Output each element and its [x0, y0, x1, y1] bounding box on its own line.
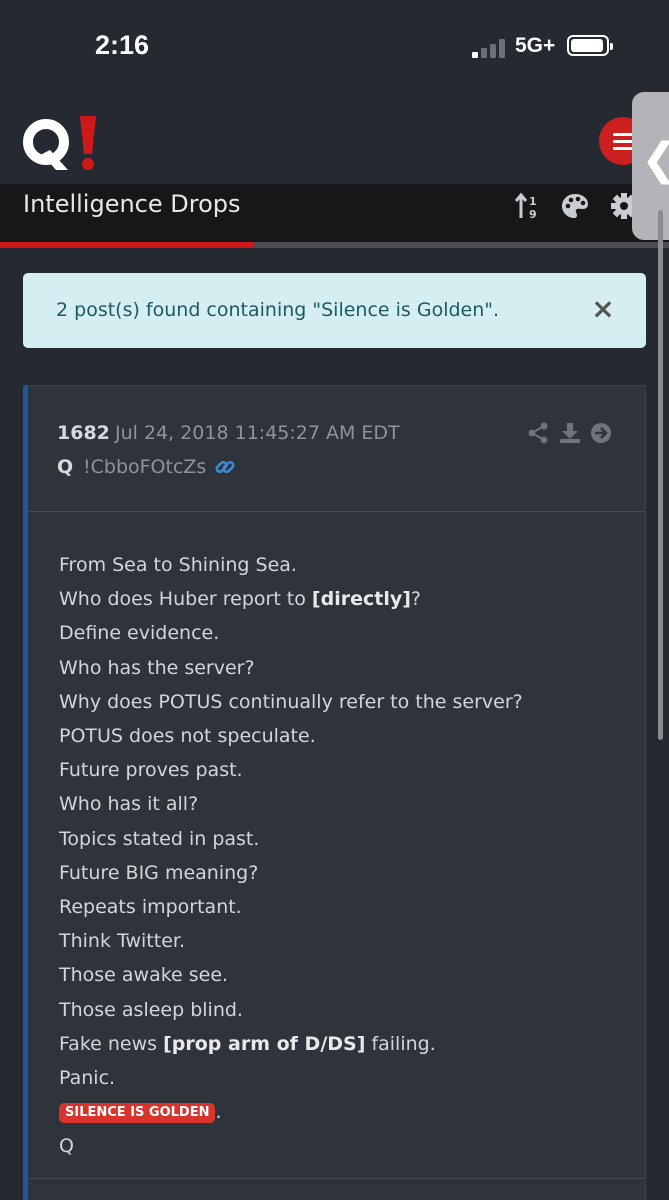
post-line: Panic.	[59, 1061, 625, 1095]
title-bar: Intelligence Drops 1 9	[0, 184, 669, 242]
post-line-text: Think Twitter.	[59, 930, 185, 953]
sort-numeric-icon[interactable]: 1 9	[515, 192, 543, 220]
post-date: Jul 24, 2018 11:45:27 AM EDT	[115, 422, 400, 444]
search-highlight-tag: SILENCE IS GOLDEN	[59, 1103, 216, 1124]
svg-text:9: 9	[529, 208, 537, 220]
post-line: Future proves past.	[59, 753, 625, 787]
post-line-text: Future proves past.	[59, 759, 243, 782]
progress-bar	[0, 242, 669, 248]
post-header: 1682 Jul 24, 2018 11:45:27 AM EDT Q !Cbb…	[28, 386, 645, 512]
progress-fill	[0, 242, 255, 248]
close-icon[interactable]: ×	[591, 295, 615, 323]
post-line: Topics stated in past.	[59, 822, 625, 856]
link-icon[interactable]	[214, 456, 236, 478]
chevron-left-icon: ❮	[641, 134, 669, 185]
download-icon[interactable]	[559, 422, 581, 444]
post-line-text: Those awake see.	[59, 964, 229, 987]
post-tripcode: !CbboFOtcZs	[83, 456, 207, 478]
post-line: Define evidence.	[59, 616, 625, 650]
post-line-text: Who has it all?	[59, 793, 199, 816]
post-line-text: Repeats important.	[59, 896, 242, 919]
post-line: Q	[59, 1129, 625, 1163]
arrow-circle-right-icon[interactable]	[590, 422, 612, 444]
search-result-alert: 2 post(s) found containing "Silence is G…	[23, 273, 646, 348]
post-line: Those awake see.	[59, 958, 625, 992]
post-card: 1682 Jul 24, 2018 11:45:27 AM EDT Q !Cbb…	[23, 385, 646, 1200]
post-line: Who has the server?	[59, 651, 625, 685]
alert-message: 2 post(s) found containing "Silence is G…	[56, 299, 500, 321]
page-title: Intelligence Drops	[23, 190, 241, 218]
post-line-text: Who has the server?	[59, 656, 255, 679]
signal-icon	[472, 38, 506, 58]
side-panel-handle[interactable]: ❮	[632, 92, 669, 240]
post-line-text: POTUS does not speculate.	[59, 725, 316, 748]
post-line-text: ?	[410, 588, 421, 611]
scrollbar[interactable]	[658, 210, 663, 740]
post-line: POTUS does not speculate.	[59, 719, 625, 753]
post-number: 1682	[57, 422, 110, 444]
post-line: Why does POTUS continually refer to the …	[59, 685, 625, 719]
post-line: SILENCE IS GOLDEN.	[59, 1095, 625, 1129]
post-line-text: Q	[59, 1135, 74, 1158]
post-line-text: Future BIG meaning?	[59, 861, 259, 884]
palette-icon[interactable]	[561, 192, 589, 220]
status-time: 2:16	[95, 30, 150, 60]
post-line-bold: [prop arm of D/DS]	[163, 1032, 366, 1055]
svg-text:1: 1	[529, 195, 537, 208]
post-line-text: Those asleep blind.	[59, 998, 243, 1021]
post-line-text: Panic.	[59, 1067, 116, 1090]
post-line-text: Who does Huber report to	[59, 588, 312, 611]
post-body: From Sea to Shining Sea. Who does Huber r…	[59, 548, 625, 1164]
post-line-bold: [directly]	[311, 588, 411, 611]
post-line-text: failing.	[365, 1032, 436, 1055]
share-icon[interactable]	[527, 422, 549, 444]
post-author: Q	[57, 456, 74, 478]
q-logo[interactable]	[22, 114, 102, 174]
post-line-text: Why does POTUS continually refer to the …	[59, 690, 523, 713]
post-line-text: Define evidence.	[59, 622, 220, 645]
battery-icon	[567, 35, 613, 56]
post-line: Who has it all?	[59, 787, 625, 821]
post-line: Future BIG meaning?	[59, 856, 625, 890]
network-label: 5G+	[515, 34, 556, 57]
post-line-text: Topics stated in past.	[59, 827, 260, 850]
post-line-text: .	[215, 1101, 222, 1124]
post-line-text: Fake news	[59, 1032, 164, 1055]
post-line: Who does Huber report to [directly]?	[59, 582, 625, 616]
post-line: Repeats important.	[59, 890, 625, 924]
post-line: Think Twitter.	[59, 924, 625, 958]
post-line-text: From Sea to Shining Sea.	[59, 554, 297, 576]
post-footer-divider	[28, 1178, 645, 1179]
post-line: Fake news [prop arm of D/DS] failing.	[59, 1027, 625, 1061]
post-line: Those asleep blind.	[59, 993, 625, 1027]
post-line: From Sea to Shining Sea.	[59, 548, 625, 582]
